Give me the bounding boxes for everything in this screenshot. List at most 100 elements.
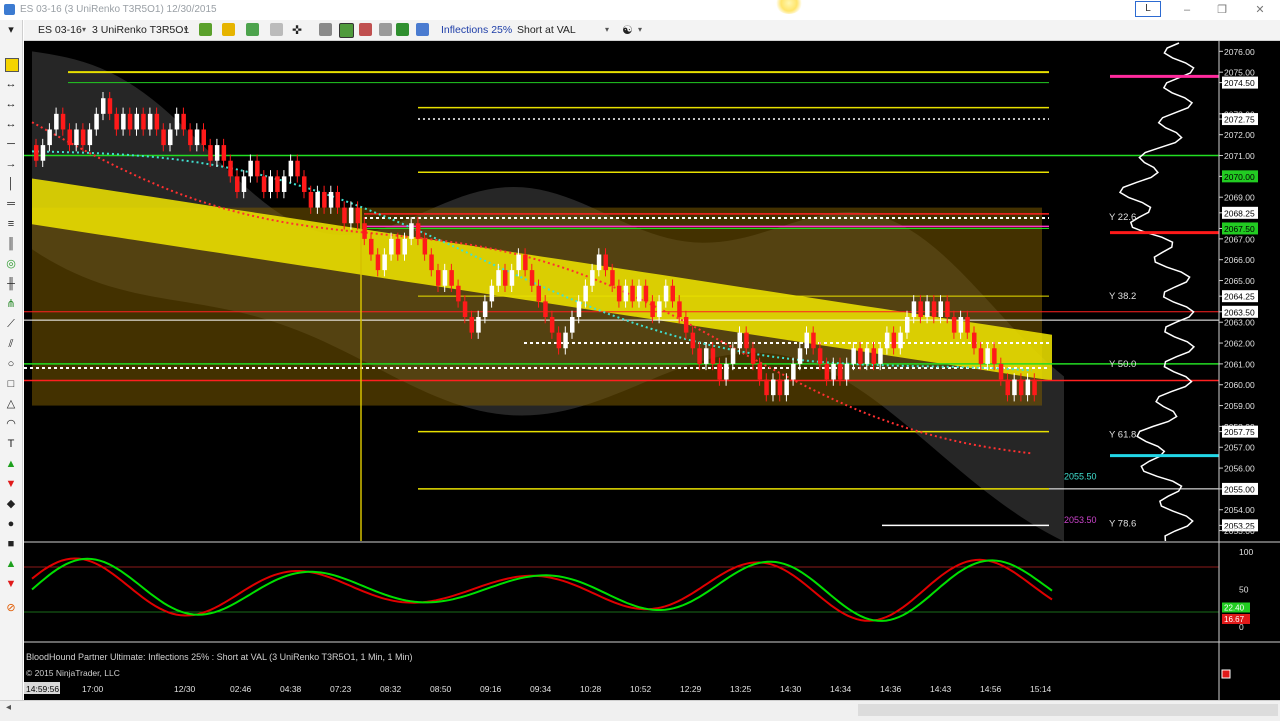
fib-circle-icon[interactable]: ╫ [5,278,17,290]
chart-canvas[interactable]: Y 22.6 Y 38.2 Y 50.0 Y 61.8 Y 78.6 2055.50 205… [24,41,1280,700]
candle-body [898,332,903,349]
highlight-tool-icon[interactable] [5,58,19,72]
line-tool-icon[interactable]: ─ [5,138,17,150]
dot-icon[interactable]: ● [5,518,17,530]
candle-body [905,317,910,333]
arc-tool-icon[interactable]: ◠ [5,418,17,430]
candle-body [335,191,340,208]
fib-retracement-icon[interactable]: ≡ [5,218,17,230]
candle-body [610,270,615,286]
magnet-icon[interactable]: ⊘ [5,602,17,614]
options-dropdown-icon[interactable]: ▾ [638,23,642,37]
candle-body [643,285,649,302]
strategy-dropdown-icon[interactable]: ▾ [605,23,609,37]
candle-body [208,145,213,161]
candle-body [938,301,943,318]
eraser-icon[interactable] [270,23,283,36]
interval-dropdown-icon[interactable]: ▾ [184,23,188,37]
candle-body [657,301,662,318]
scroll-left-icon[interactable]: ◂ [6,702,11,713]
candle-body [382,254,387,271]
strategies-icon[interactable] [396,23,409,36]
risk-reward-icon[interactable]: ↔ [5,98,17,110]
candle-body [831,363,836,380]
candle-body [395,238,401,255]
zoom-icon[interactable] [319,23,332,36]
candle-body [489,285,495,302]
candle-body [945,301,950,318]
yin-yang-icon[interactable]: ☯ [622,23,633,37]
vertical-line-icon[interactable]: │ [5,178,17,190]
candle-body [858,348,863,364]
time-axis-label: 12:29 [680,684,702,694]
price-axis-label: 2067.50 [1224,224,1255,234]
candle-body [228,160,233,177]
candle-body [1025,379,1031,396]
time-axis-label: 13:25 [730,684,752,694]
candle-body [777,379,783,396]
maximize-button[interactable]: ❐ [1210,2,1234,18]
data-box-icon[interactable] [339,23,354,38]
strategy-select[interactable]: Short at VAL [517,23,576,37]
close-button[interactable]: ✕ [1248,2,1272,18]
candle-body [107,98,113,114]
regression-channel-icon[interactable]: ⫽ [5,338,17,350]
indicator-label[interactable]: Inflections 25% [441,23,512,37]
candle-body [737,332,742,349]
interval-selector[interactable]: 3 UniRenko T3R5O1 [92,23,189,37]
window-title: ES 03-16 (3 UniRenko T3R5O1) 12/30/2015 [20,4,217,15]
candle-body [181,113,186,130]
candle-body [281,176,287,192]
square-icon[interactable]: ■ [5,538,17,550]
candle-body [864,348,870,364]
chart-trader-icon[interactable] [416,23,429,36]
fib-level-label-0: Y 22.6 [1109,212,1136,223]
bar-type-icon[interactable] [199,23,212,36]
candle-body [891,332,897,349]
candle-body [469,317,474,333]
time-axis-label: 10:52 [630,684,652,694]
indicators-icon[interactable] [379,23,392,36]
triangle-down-icon[interactable]: ▼ [5,578,17,590]
drawing-tools-icon[interactable] [246,23,259,36]
rectangle-tool-icon[interactable]: □ [5,378,17,390]
ruler-tool-icon[interactable]: ↔ [5,78,17,90]
pencil-icon[interactable] [222,23,235,36]
gann-fan-icon[interactable]: ⟋ [5,318,17,330]
instrument-dropdown-icon[interactable]: ▾ [82,23,86,37]
candle-body [47,129,52,146]
pin-icon[interactable]: ▾ [5,24,17,36]
fib-level-label-1: Y 38.2 [1109,291,1136,302]
candle-body [94,113,99,130]
horizontal-line-icon[interactable]: ═ [5,198,17,210]
fib-extension-icon[interactable]: ║ [5,238,17,250]
horizontal-scrollbar[interactable] [858,704,1278,716]
time-axis-label: 02:46 [230,684,252,694]
ellipse-tool-icon[interactable]: ○ [5,358,17,370]
instrument-selector[interactable]: ES 03-16 [38,23,82,37]
candle-body [268,176,273,192]
time-axis-label: 09:34 [530,684,552,694]
crosshair-icon[interactable]: ✜ [292,23,302,37]
arrow-down-icon[interactable]: ▼ [5,478,17,490]
arrow-up-icon[interactable]: ▲ [5,458,17,470]
text-tool-icon[interactable]: T [5,438,17,450]
candle-body [255,160,260,177]
candle-body [456,285,461,302]
ray-tool-icon[interactable]: → [5,158,17,170]
andrews-pitchfork-icon[interactable]: ⋔ [5,298,17,310]
candle-body [442,270,448,286]
candle-body [871,348,876,364]
triangle-up-icon[interactable]: ▲ [5,558,17,570]
restore-box-button[interactable]: L [1135,1,1161,17]
candle-body [482,301,488,318]
time-axis-label: 04:38 [280,684,302,694]
minimize-button[interactable]: – [1175,2,1199,18]
fib-time-icon[interactable]: ◎ [5,258,17,270]
properties-icon[interactable] [359,23,372,36]
candle-body [436,270,441,286]
price-alert-icon[interactable]: ↔ [5,118,17,130]
diamond-icon[interactable]: ◆ [5,498,17,510]
triangle-tool-icon[interactable]: △ [5,398,17,410]
candle-body [168,129,173,146]
